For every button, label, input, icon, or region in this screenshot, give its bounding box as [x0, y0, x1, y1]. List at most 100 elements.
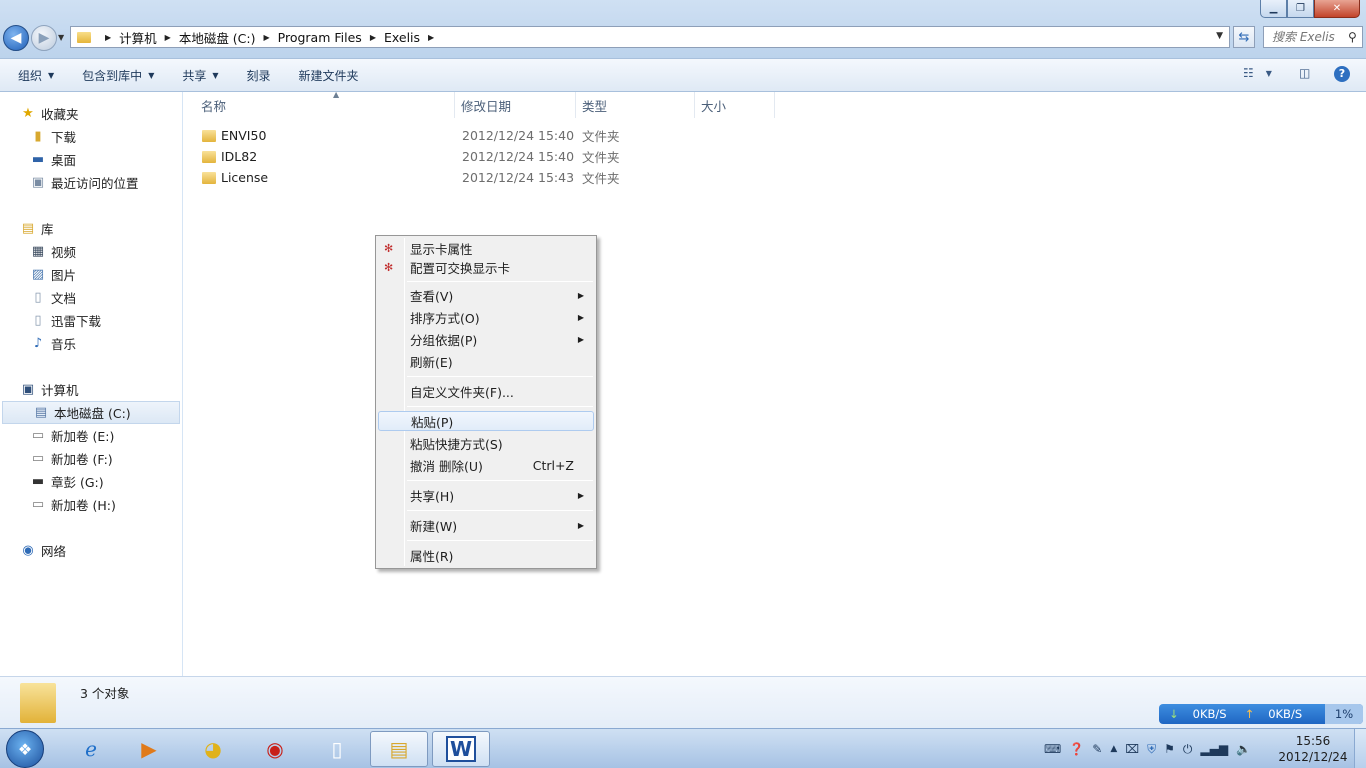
word-icon[interactable]: W [432, 731, 490, 767]
file-row[interactable]: IDL82 2012/12/24 15:40 文件夹 [196, 146, 636, 167]
change-view-button[interactable]: ☷ ▼ [1243, 66, 1272, 80]
nav-item-recent-places[interactable]: ▣ 最近访问的位置 [0, 171, 182, 194]
chevron-right-icon[interactable]: ▶ [428, 33, 434, 42]
column-header-modified[interactable]: 修改日期 [455, 92, 576, 118]
menu-item-customize-folder[interactable]: 自定义文件夹(F)... [378, 381, 594, 401]
internet-explorer-icon[interactable]: ℯ [62, 731, 120, 767]
submenu-arrow-icon: ▶ [577, 520, 584, 530]
nav-item-videos[interactable]: ▦ 视频 [0, 240, 182, 263]
organize-label: 组织 [18, 68, 43, 83]
nav-item-music[interactable]: ♪ 音乐 [0, 332, 182, 355]
nav-item-drive-f[interactable]: ▭ 新加卷 (F:) [0, 447, 182, 470]
volume-icon[interactable]: 🔈 [1236, 742, 1251, 756]
organize-button[interactable]: 组织 ▼ [8, 67, 64, 84]
clock[interactable]: 15:56 2012/12/24 [1278, 733, 1348, 765]
pps-player-icon[interactable]: ◕ [184, 731, 242, 767]
recent-pages-dropdown-icon[interactable]: ▼ [58, 33, 64, 42]
file-row[interactable]: ENVI50 2012/12/24 15:40 文件夹 [196, 125, 636, 146]
search-box[interactable]: ⚲ [1263, 26, 1363, 48]
search-icon[interactable]: ⚲ [1348, 30, 1357, 44]
help-icon[interactable]: ? [1334, 66, 1350, 82]
new-folder-button[interactable]: 新建文件夹 [289, 67, 369, 84]
column-header-size[interactable]: 大小 [695, 92, 775, 118]
breadcrumb-program-files[interactable]: Program Files [278, 30, 362, 45]
refresh-icon[interactable]: ⇆ [1233, 26, 1255, 48]
download-speed: 0KB/S [1192, 707, 1227, 721]
nav-item-drive-h[interactable]: ▭ 新加卷 (H:) [0, 493, 182, 516]
chevron-right-icon[interactable]: ▶ [105, 33, 111, 42]
menu-item-view[interactable]: 查看(V) ▶ [378, 285, 594, 305]
chevron-right-icon[interactable]: ▶ [370, 33, 376, 42]
nav-item-pictures[interactable]: ▨ 图片 [0, 263, 182, 286]
file-type: 文件夹 [582, 150, 620, 165]
forward-button[interactable]: ▶ [31, 25, 57, 51]
window-titlebar: ▁ ❐ ✕ ◀ ▶ ▼ ▶ 计算机 ▶ 本地磁盘 (C:) ▶ Program … [0, 0, 1366, 58]
nav-libraries[interactable]: ▤ 库 [0, 217, 182, 240]
menu-item-paste[interactable]: 粘贴(P) [378, 411, 594, 431]
minimize-button[interactable]: ▁ [1260, 0, 1287, 18]
signal-icon[interactable]: ▂▄▆ [1200, 742, 1228, 756]
file-type: 文件夹 [582, 171, 620, 186]
menu-item-switchable-graphics[interactable]: ✻ 配置可交换显示卡 [378, 257, 594, 277]
menu-item-label: 撤消 删除(U) [410, 458, 483, 474]
nav-item-desktop[interactable]: ▬ 桌面 [0, 148, 182, 171]
nav-item-thunder-downloads[interactable]: ▯ 迅雷下载 [0, 309, 182, 332]
menu-item-properties[interactable]: 属性(R) [378, 545, 594, 565]
nav-network-label: 网络 [41, 544, 67, 559]
power-icon[interactable]: ⏻ [1183, 742, 1193, 757]
nav-favorites[interactable]: ★ 收藏夹 [0, 102, 182, 125]
video-player-icon[interactable]: ◉ [246, 731, 304, 767]
menu-item-paste-shortcut[interactable]: 粘贴快捷方式(S) [378, 433, 594, 453]
menu-item-sort-by[interactable]: 排序方式(O) ▶ [378, 307, 594, 327]
shield-icon[interactable]: ⛨ [1147, 742, 1156, 757]
column-header-type[interactable]: 类型 [576, 92, 695, 118]
file-row[interactable]: License 2012/12/24 15:43 文件夹 [196, 167, 636, 188]
command-bar: 组织 ▼ 包含到库中 ▼ 共享 ▼ 刻录 新建文件夹 ☷ ▼ ◫ ? [0, 58, 1366, 92]
menu-separator [407, 376, 593, 377]
usb-icon[interactable]: ⌧ [1125, 742, 1139, 756]
include-in-library-button[interactable]: 包含到库中 ▼ [72, 67, 164, 84]
show-desktop-button[interactable] [1354, 729, 1366, 768]
show-hidden-icons-icon[interactable]: ▲ [1110, 744, 1117, 754]
breadcrumb-computer[interactable]: 计算机 [119, 28, 157, 47]
nav-network[interactable]: ◉ 网络 [0, 539, 182, 562]
menu-item-refresh[interactable]: 刷新(E) [378, 351, 594, 371]
close-button[interactable]: ✕ [1314, 0, 1360, 18]
chevron-right-icon[interactable]: ▶ [264, 33, 270, 42]
breadcrumb-local-disk[interactable]: 本地磁盘 (C:) [179, 28, 256, 47]
maximize-button[interactable]: ❐ [1287, 0, 1314, 18]
cpu-usage: 1% [1325, 704, 1363, 724]
column-header-label: 大小 [701, 98, 727, 114]
start-button[interactable]: ❖ [6, 730, 44, 768]
share-button[interactable]: 共享 ▼ [172, 67, 228, 84]
network-speed-widget[interactable]: ↓ 0KB/S ↑ 0KB/S 1% [1159, 704, 1363, 724]
back-button[interactable]: ◀ [3, 25, 29, 51]
address-history-dropdown-icon[interactable]: ▼ [1216, 31, 1223, 41]
nav-item-drive-c[interactable]: ▤ 本地磁盘 (C:) [2, 401, 180, 424]
nav-item-documents[interactable]: ▯ 文档 [0, 286, 182, 309]
blank-document-icon[interactable]: ▯ [308, 731, 366, 767]
breadcrumb-exelis[interactable]: Exelis [384, 30, 420, 45]
menu-item-group-by[interactable]: 分组依据(P) ▶ [378, 329, 594, 349]
search-input[interactable] [1272, 30, 1348, 44]
address-bar[interactable]: ▶ 计算机 ▶ 本地磁盘 (C:) ▶ Program Files ▶ Exel… [70, 26, 1230, 48]
chevron-right-icon[interactable]: ▶ [165, 33, 171, 42]
nav-computer[interactable]: ▣ 计算机 [0, 378, 182, 401]
keyboard-icon[interactable]: ⌨ [1044, 742, 1061, 756]
burn-button[interactable]: 刻录 [237, 67, 281, 84]
clock-date: 2012/12/24 [1278, 750, 1348, 764]
nav-item-drive-g[interactable]: ▬ 章彭 (G:) [0, 470, 182, 493]
windows-explorer-icon[interactable]: ▤ [370, 731, 428, 767]
nav-item-drive-e[interactable]: ▭ 新加卷 (E:) [0, 424, 182, 447]
column-header-name[interactable]: 名称 ▲ [195, 90, 455, 118]
flag-icon[interactable]: ⚑ [1164, 742, 1175, 756]
pen-icon[interactable]: ✎ [1092, 742, 1102, 756]
preview-pane-icon[interactable]: ◫ [1299, 66, 1310, 80]
media-player-icon[interactable]: ▶ [120, 731, 178, 767]
help-icon[interactable]: ❓ [1069, 742, 1084, 756]
menu-item-share[interactable]: 共享(H) ▶ [378, 485, 594, 505]
nav-item-downloads[interactable]: ▮ 下载 [0, 125, 182, 148]
menu-item-undo-delete[interactable]: 撤消 删除(U) Ctrl+Z [378, 455, 594, 475]
menu-item-display-properties[interactable]: ✻ 显示卡属性 [378, 238, 594, 258]
menu-item-new[interactable]: 新建(W) ▶ [378, 515, 594, 535]
